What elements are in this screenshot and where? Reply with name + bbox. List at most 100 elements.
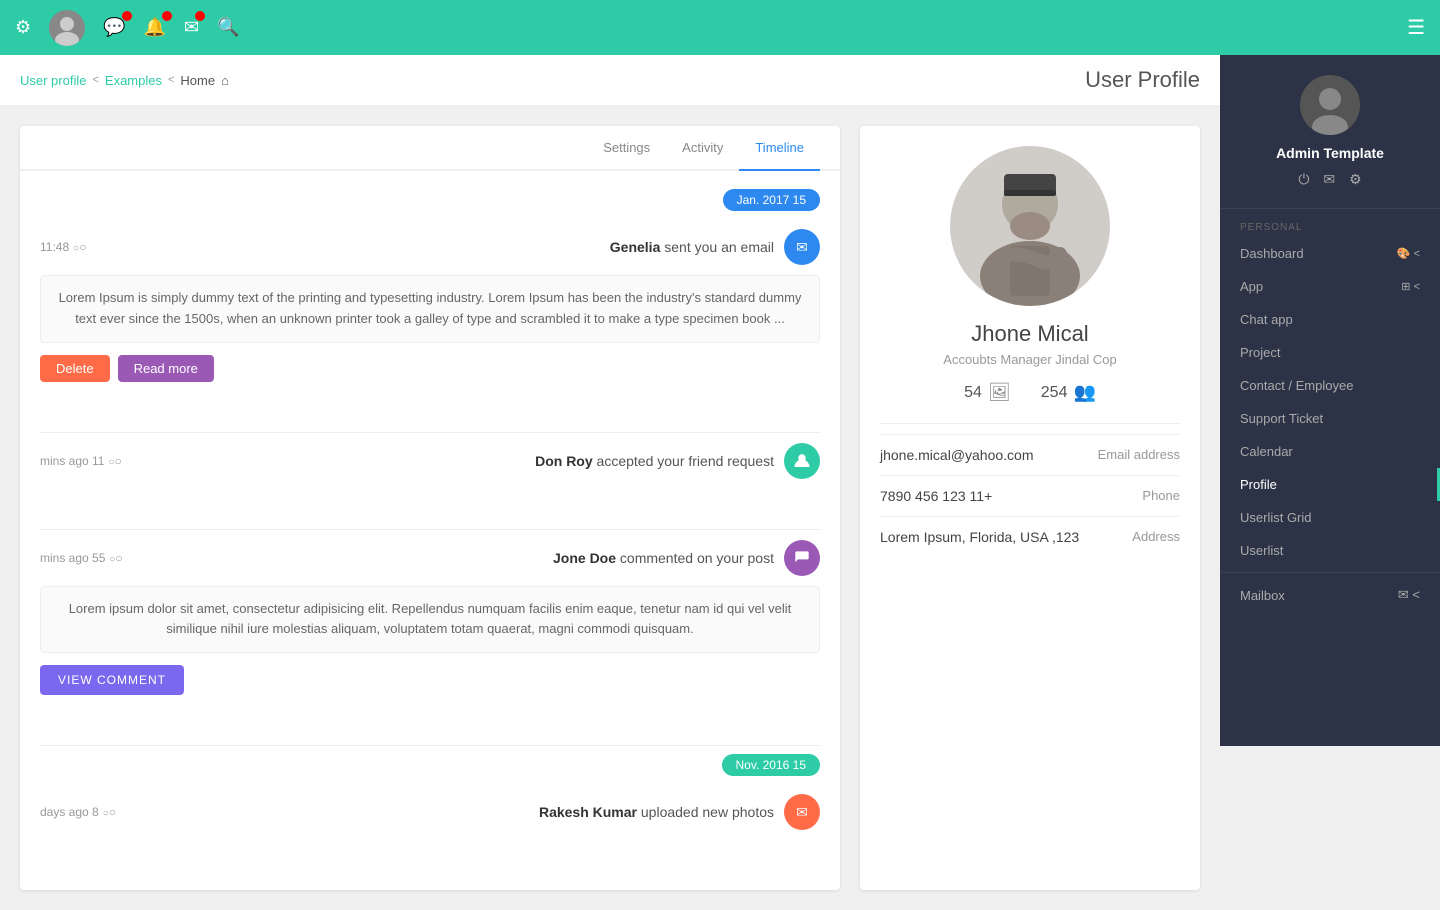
sidebar-item-app[interactable]: App ⊞ < [1220,270,1440,303]
divider-2 [40,529,820,530]
chat-app-label: Chat app [1240,312,1293,327]
nav-icons: ⚙ 💬 🔔 ✉ 🔍 [15,10,240,46]
settings-icon[interactable]: ⚙ [1349,171,1362,188]
phone-row: 7890 456 123 11+ Phone [880,475,1180,516]
item-2-text: Don Roy accepted your friend request [535,453,774,469]
item-2-header: mins ago 11 ○ Don Roy accepted your frie… [40,443,820,479]
app-chevron: ⊞ < [1401,280,1420,293]
avatar-icon[interactable] [49,10,85,46]
view-comment-button[interactable]: VIEW COMMENT [40,665,184,695]
item-1-header: 11:48 ○ Genelia sent you an email ✉ [40,229,820,265]
tab-activity[interactable]: Activity [666,126,739,171]
breadcrumb: User profile < Examples < Home ⌂ [20,73,229,88]
brand-section: Admin Template ⏻ ✉ ⚙ [1220,55,1440,203]
userlist-label: Userlist [1240,543,1283,558]
sidebar-item-userlist[interactable]: Userlist [1220,534,1440,567]
dashboard-chevron: 🎨 < [1397,247,1420,260]
email-value: jhone.mical@yahoo.com [880,447,1034,463]
mailbox-icon: ✉ < [1398,587,1420,603]
address-value: Lorem Ipsum, Florida, USA ,123 [880,529,1079,545]
sidebar-item-userlist-grid[interactable]: Userlist Grid [1220,501,1440,534]
brand-name: Admin Template [1276,145,1384,161]
item-3-dot [784,540,820,576]
photo-icon: 🖼 [988,382,1011,403]
date-badge-1: Jan. 2017 15 [40,191,820,209]
profile-divider [880,423,1180,424]
sidebar-item-mailbox[interactable]: Mailbox ✉ < [1220,578,1440,612]
tab-timeline[interactable]: Timeline [739,126,820,171]
photos-stat: 54 🖼 [964,382,1011,403]
sidebar-item-chat-app[interactable]: Chat app [1220,303,1440,336]
page-title: User Profile [1085,67,1200,93]
item-3-time: mins ago 55 ○ [40,551,123,565]
main-content: User profile < Examples < Home ⌂ User Pr… [0,55,1220,910]
item-3-body: Lorem ipsum dolor sit amet, consectetur … [40,586,820,654]
breadcrumb-sep-1: < [92,74,98,86]
sidebar-item-profile[interactable]: Profile [1220,468,1440,501]
timeline-item-1: 11:48 ○ Genelia sent you an email ✉ Lore… [40,229,820,422]
sidebar-item-support-ticket[interactable]: Support Ticket [1220,402,1440,435]
item-4-text: Rakesh Kumar uploaded new photos [539,804,774,820]
profile-card: Jhone Mical Accoubts Manager Jindal Cop … [860,126,1200,890]
breadcrumb-user-profile[interactable]: User profile [20,73,86,88]
profile-title: Accoubts Manager Jindal Cop [880,352,1180,367]
profile-name: Jhone Mical [880,321,1180,347]
user-avatar[interactable] [49,10,85,46]
phone-value: 7890 456 123 11+ [880,488,992,504]
item-3-actions: VIEW COMMENT [40,665,820,695]
userlist-grid-label: Userlist Grid [1240,510,1312,525]
item-1-time: 11:48 ○ [40,240,86,254]
brand-action-icons: ⏻ ✉ ⚙ [1298,171,1361,188]
gear-icon[interactable]: ⚙ [15,17,31,38]
clock-icon-3: ○ [109,551,122,565]
profile-photo [950,146,1110,306]
divider-1 [40,432,820,433]
breadcrumb-home: Home [180,73,215,88]
content-area: Settings Activity Timeline Jan. 2017 15 … [0,106,1220,910]
sidebar-item-project[interactable]: Project [1220,336,1440,369]
mail-small-icon[interactable]: ✉ [1323,171,1335,188]
chat-badge [122,11,132,21]
breadcrumb-examples[interactable]: Examples [105,73,162,88]
mail-icon[interactable]: ✉ [184,17,199,38]
timeline-card: Settings Activity Timeline Jan. 2017 15 … [20,126,840,890]
item-3-text: Jone Doe commented on your post [553,550,774,566]
delete-button[interactable]: Delete [40,355,110,382]
profile-label: Profile [1240,477,1277,492]
app-label: App [1240,279,1263,294]
power-icon[interactable]: ⏻ [1298,171,1309,188]
bell-icon[interactable]: 🔔 [144,17,166,38]
sidebar-item-dashboard[interactable]: Dashboard 🎨 < [1220,237,1440,270]
item-4-dot: ✉ [784,794,820,830]
search-icon[interactable]: 🔍 [217,17,239,38]
read-more-button[interactable]: Read more [118,355,214,382]
home-icon: ⌂ [221,73,229,88]
timeline-body: Jan. 2017 15 11:48 ○ Genelia sent you an… [20,171,840,890]
address-row: Lorem Ipsum, Florida, USA ,123 Address [880,516,1180,557]
support-ticket-label: Support Ticket [1240,411,1323,426]
item-1-dot: ✉ [784,229,820,265]
tab-settings[interactable]: Settings [587,126,666,171]
item-2-dot [784,443,820,479]
profile-photo-svg [950,146,1110,306]
followers-count: 254 [1041,384,1068,402]
hamburger-icon[interactable]: ☰ [1407,15,1425,40]
item-1-body: Lorem Ipsum is simply dummy text of the … [40,275,820,343]
address-label: Address [1132,529,1180,544]
item-1-actions: Delete Read more [40,355,820,382]
sidebar-item-calendar[interactable]: Calendar [1220,435,1440,468]
email-row: jhone.mical@yahoo.com Email address [880,434,1180,475]
dashboard-label: Dashboard [1240,246,1304,261]
followers-stat: 254 👥 [1041,382,1096,403]
timeline-item-2: mins ago 11 ○ Don Roy accepted your frie… [40,443,820,519]
breadcrumb-sep-2: < [168,74,174,86]
timeline-tabs: Settings Activity Timeline [20,126,840,171]
sidebar-item-contact-employee[interactable]: Contact / Employee [1220,369,1440,402]
personal-section-label: PERSONAL [1220,214,1440,237]
sidebar-divider [1220,208,1440,209]
chat-icon[interactable]: 💬 [103,17,125,38]
clock-icon-2: ○ [108,454,121,468]
clock-icon-1: ○ [73,240,86,254]
followers-icon: 👥 [1073,382,1095,403]
item-2-time: mins ago 11 ○ [40,454,122,468]
